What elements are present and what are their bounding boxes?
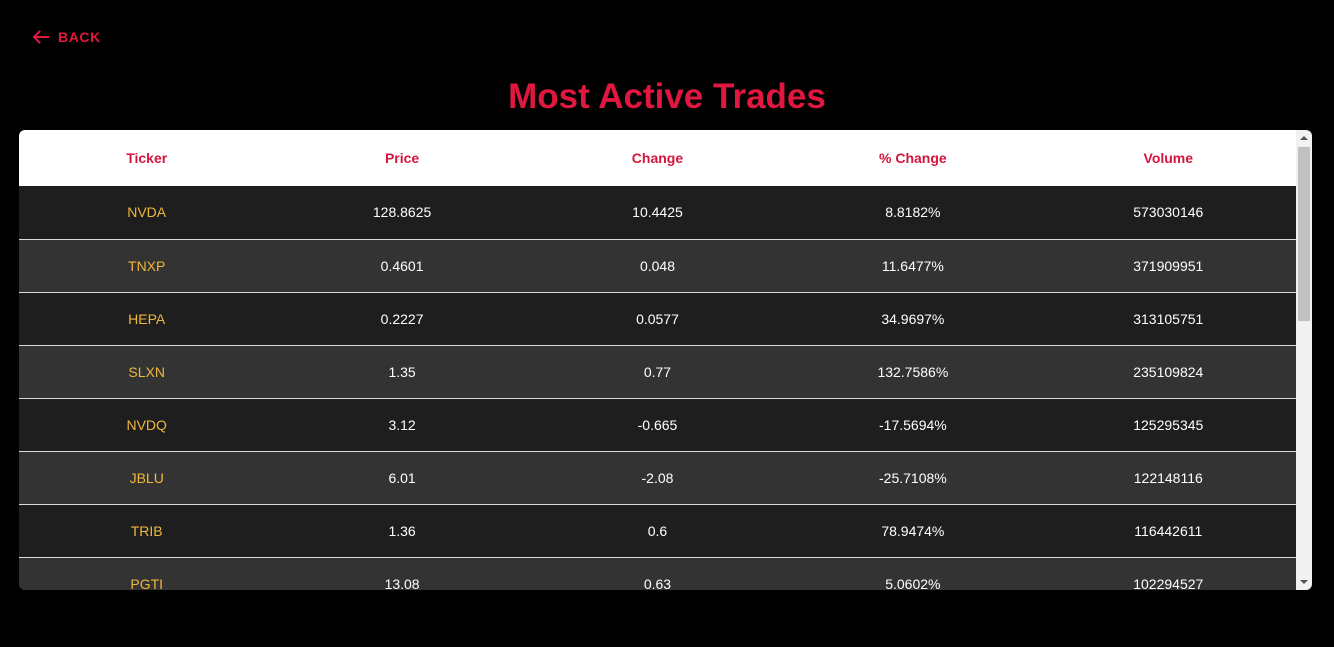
volume-cell: 371909951	[1133, 257, 1204, 274]
table-body: NVDA 128.8625 10.4425 8.8182% 573030146 …	[19, 186, 1296, 590]
back-label: BACK	[58, 29, 101, 45]
scroll-up-arrow-icon[interactable]	[1296, 130, 1312, 146]
vertical-scrollbar[interactable]	[1296, 130, 1312, 590]
volume-cell: 573030146	[1133, 204, 1204, 221]
back-button[interactable]: BACK	[32, 29, 101, 45]
table-row: TRIB 1.36 0.6 78.9474% 116442611	[19, 504, 1296, 557]
page-title: Most Active Trades	[508, 77, 826, 116]
change-cell: -2.08	[641, 469, 674, 486]
volume-cell: 313105751	[1133, 310, 1204, 327]
change-cell: 0.048	[639, 257, 675, 274]
table-row: PGTI 13.08 0.63 5.0602% 102294527	[19, 557, 1296, 590]
price-cell: 128.8625	[372, 204, 432, 221]
price-cell: 0.4601	[380, 257, 424, 274]
price-cell: 1.35	[388, 363, 416, 380]
column-header-change: Change	[631, 150, 684, 166]
trades-table-scroll-area[interactable]: Ticker Price Change % Change Volume NVDA…	[19, 130, 1296, 590]
ticker-cell: TRIB	[130, 522, 163, 539]
table-header: Ticker Price Change % Change Volume	[19, 130, 1296, 186]
price-cell: 6.01	[388, 469, 416, 486]
price-cell: 0.2227	[380, 310, 424, 327]
column-header-pct-change: % Change	[879, 150, 947, 166]
price-cell: 1.36	[388, 522, 416, 539]
scroll-down-arrow-icon[interactable]	[1296, 574, 1312, 590]
trades-table: Ticker Price Change % Change Volume NVDA…	[19, 130, 1296, 590]
arrow-left-icon	[32, 30, 49, 44]
change-cell: 10.4425	[632, 204, 683, 221]
change-cell: 0.77	[643, 363, 672, 380]
change-cell: 0.6	[647, 522, 668, 539]
ticker-cell: JBLU	[129, 469, 164, 486]
column-header-ticker: Ticker	[126, 150, 168, 166]
scrollbar-thumb[interactable]	[1298, 147, 1310, 321]
pct-change-cell: 78.9474%	[881, 522, 945, 539]
table-row: JBLU 6.01 -2.08 -25.7108% 122148116	[19, 451, 1296, 504]
pct-change-cell: -25.7108%	[879, 469, 947, 486]
column-header-price: Price	[384, 150, 420, 166]
ticker-cell: SLXN	[128, 363, 165, 380]
column-header-volume: Volume	[1143, 150, 1194, 166]
pct-change-cell: 132.7586%	[877, 363, 949, 380]
pct-change-cell: 34.9697%	[881, 310, 945, 327]
pct-change-cell: 11.6477%	[881, 257, 944, 274]
change-cell: 0.0577	[636, 310, 679, 327]
volume-cell: 125295345	[1133, 416, 1204, 433]
table-row: HEPA 0.2227 0.0577 34.9697% 313105751	[19, 292, 1296, 345]
ticker-cell: HEPA	[128, 310, 166, 327]
ticker-cell: NVDA	[127, 204, 167, 221]
volume-cell: 116442611	[1134, 522, 1203, 539]
table-row: SLXN 1.35 0.77 132.7586% 235109824	[19, 345, 1296, 398]
ticker-cell: NVDQ	[126, 416, 167, 433]
trades-table-container[interactable]: Ticker Price Change % Change Volume NVDA…	[19, 130, 1312, 590]
pct-change-cell: -17.5694%	[879, 416, 947, 433]
change-cell: 0.63	[643, 575, 672, 591]
pct-change-cell: 8.8182%	[885, 204, 941, 221]
volume-cell: 235109824	[1133, 363, 1204, 380]
price-cell: 3.12	[388, 416, 416, 433]
change-cell: -0.665	[637, 416, 678, 433]
ticker-cell: TNXP	[128, 257, 166, 274]
price-cell: 13.08	[384, 575, 420, 591]
table-header-row: Ticker Price Change % Change Volume	[19, 130, 1296, 186]
ticker-cell: PGTI	[130, 575, 164, 591]
volume-cell: 122148116	[1133, 469, 1203, 486]
table-row: TNXP 0.4601 0.048 11.6477% 371909951	[19, 239, 1296, 292]
table-row: NVDQ 3.12 -0.665 -17.5694% 125295345	[19, 398, 1296, 451]
table-row: NVDA 128.8625 10.4425 8.8182% 573030146	[19, 186, 1296, 239]
volume-cell: 102294527	[1133, 575, 1204, 591]
pct-change-cell: 5.0602%	[885, 575, 941, 591]
